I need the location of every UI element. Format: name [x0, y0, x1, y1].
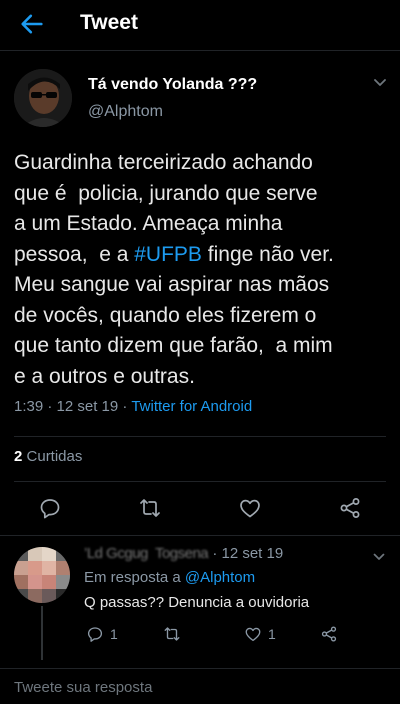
mention-link[interactable]: @Alphtom [185, 569, 255, 586]
reply-like-button[interactable]: 1 [244, 625, 276, 645]
chevron-down-icon[interactable] [372, 76, 388, 90]
divider [0, 535, 400, 536]
source-link[interactable]: Twitter for Android [131, 398, 252, 415]
display-name[interactable]: Tá vendo Yolanda ??? [88, 76, 257, 94]
reply-icon [87, 627, 103, 642]
likes-label: Curtidas [26, 448, 83, 465]
reply-count: 1 [110, 626, 118, 642]
share-icon [321, 626, 337, 642]
top-bar: Tweet [0, 0, 400, 51]
reply-retweet-button[interactable] [163, 625, 181, 645]
obscured-display-name: ’Ld Gcgug Togsena [84, 545, 209, 562]
avatar[interactable] [14, 69, 72, 127]
divider [14, 436, 386, 437]
reply-share-button[interactable] [320, 625, 338, 645]
in-reply-to: Em resposta a @Alphtom [84, 569, 255, 586]
divider [14, 481, 386, 482]
tweet-text: Guardinha terceirizado achando que é pol… [14, 148, 392, 392]
composer-placeholder[interactable]: Tweete sua resposta [14, 679, 152, 696]
like-count: 1 [268, 626, 276, 642]
timestamp: 1:39 · 12 set 19 · [14, 398, 132, 415]
chevron-down-icon[interactable] [372, 551, 386, 563]
reply-icon[interactable] [38, 496, 62, 520]
reply-date: · 12 set 19 [208, 545, 284, 562]
tweet-meta: 1:39 · 12 set 19 · Twitter for Android [14, 398, 252, 415]
like-icon[interactable] [238, 496, 262, 520]
share-icon[interactable] [338, 496, 362, 520]
reply-composer[interactable]: Tweete sua resposta [0, 668, 400, 704]
reply-reply-button[interactable]: 1 [86, 625, 118, 645]
reply-avatar[interactable] [14, 547, 70, 603]
page-title: Tweet [80, 11, 138, 34]
retweet-icon [164, 627, 180, 641]
likes-number: 2 [14, 448, 23, 465]
retweet-icon[interactable] [138, 496, 162, 520]
like-icon [245, 627, 261, 642]
hashtag-link[interactable]: #UFPB [134, 243, 202, 266]
thread-line [41, 606, 43, 660]
back-arrow-icon[interactable] [18, 10, 46, 38]
likes-count[interactable]: 2 Curtidas [14, 448, 82, 465]
reply-author[interactable]: ’Ld Gcgug Togsena · 12 set 19 [84, 545, 283, 562]
user-handle[interactable]: @Alphtom [88, 103, 163, 121]
reply-text: Q passas?? Denuncia a ouvidoria [84, 594, 310, 611]
in-reply-prefix: Em resposta a [84, 569, 185, 586]
